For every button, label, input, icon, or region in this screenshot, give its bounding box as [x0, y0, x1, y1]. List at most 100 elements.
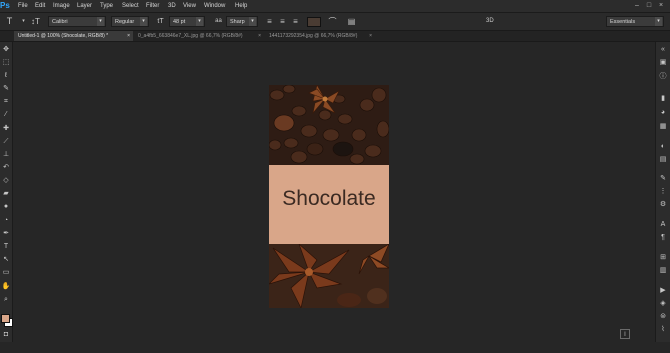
antialias-select[interactable]: Sharp ▾: [226, 16, 258, 27]
align-left-icon[interactable]: ≡: [264, 16, 275, 27]
menu-type[interactable]: Type: [100, 0, 113, 12]
align-center-icon[interactable]: ≡: [277, 16, 288, 27]
blur-tool-icon[interactable]: ●: [1, 202, 11, 212]
coffee-beans-photo: [269, 85, 389, 165]
brush-panel-icon[interactable]: ✎: [658, 174, 668, 184]
workspace-value: Essentials: [610, 19, 636, 25]
play-actions-icon[interactable]: ▶: [658, 286, 668, 296]
font-style-select[interactable]: Regular ▾: [111, 16, 149, 27]
chevron-down-icon: ▾: [196, 17, 203, 26]
styles-icon[interactable]: ▤: [658, 155, 668, 165]
hand-tool-icon[interactable]: ✋: [1, 282, 11, 292]
tab-image-2[interactable]: 0_a4fb5_663846e7_XL.jpg @ 66,7% (RGB/8#)…: [134, 31, 264, 41]
clone-stamp-tool-icon[interactable]: ⊥: [1, 150, 11, 160]
properties-icon[interactable]: ⊞: [658, 253, 668, 263]
document-canvas[interactable]: Shocolate: [269, 85, 389, 308]
clone-source-icon[interactable]: ⚙: [658, 200, 668, 210]
eyedropper-tool-icon[interactable]: ⁄: [1, 110, 11, 120]
healing-brush-tool-icon[interactable]: ✚: [1, 124, 11, 134]
antialias-value: Sharp: [230, 19, 245, 25]
menu-file[interactable]: File: [18, 0, 28, 12]
navigator-icon[interactable]: ▣: [658, 58, 668, 68]
antialias-icon: aa: [215, 18, 222, 24]
photoshop-logo: Ps: [0, 1, 10, 10]
paths-icon[interactable]: ⌇: [658, 325, 668, 335]
tab-label: 0_a4fb5_663846e7_XL.jpg @ 66,7% (RGB/8#): [138, 33, 243, 39]
type-tool-icon[interactable]: T: [1, 242, 11, 252]
menu-view[interactable]: View: [183, 0, 196, 12]
history-brush-tool-icon[interactable]: ↶: [1, 163, 11, 173]
move-tool-icon[interactable]: ✥: [1, 45, 11, 55]
tab-image-3[interactable]: 1441173292354.jpg @ 66,7% (RGB/8#) ×: [265, 31, 375, 41]
tab-close-icon[interactable]: ×: [258, 31, 261, 41]
zoom-tool-icon[interactable]: ⌕: [1, 295, 11, 305]
chevron-down-icon: ▾: [97, 17, 104, 26]
brush-tool-icon[interactable]: ⟋: [1, 137, 11, 147]
font-size-select[interactable]: 48 pt ▾: [169, 16, 205, 27]
menu-3d[interactable]: 3D: [168, 0, 176, 12]
tool-preset-dropdown-icon[interactable]: ▾: [18, 16, 29, 27]
channels-icon[interactable]: ⊜: [658, 312, 668, 322]
menu-image[interactable]: Image: [53, 0, 70, 12]
font-family-value: Calibri: [52, 19, 68, 25]
canvas-text-layer[interactable]: Shocolate: [269, 186, 389, 212]
document-tabs: Untitled-1 @ 100% (Shocolate, RGB/8) * ×…: [0, 31, 670, 42]
text-orientation-icon[interactable]: ↕T: [30, 16, 41, 27]
minimize-icon[interactable]: –: [633, 2, 641, 9]
layers-icon[interactable]: ◈: [658, 299, 668, 309]
star-anise-photo: [269, 244, 389, 308]
chevron-down-icon: ▾: [249, 17, 256, 26]
menu-bar: Ps File Edit Image Layer Type Select Fil…: [0, 0, 670, 13]
menu-help[interactable]: Help: [235, 0, 247, 12]
dodge-tool-icon[interactable]: ◔: [1, 216, 11, 226]
chevron-down-icon: ▾: [140, 17, 147, 26]
quick-select-tool-icon[interactable]: ✎: [1, 84, 11, 94]
collapse-panels-icon[interactable]: «: [658, 45, 668, 55]
tab-close-icon[interactable]: ×: [127, 31, 130, 41]
timeline-icon[interactable]: ▥: [658, 266, 668, 276]
warp-text-icon[interactable]: ⌒: [327, 16, 338, 27]
font-style-value: Regular: [115, 19, 135, 25]
paragraph-icon[interactable]: ¶: [658, 233, 668, 243]
quick-mask-icon[interactable]: ◘: [1, 330, 11, 340]
rectangle-tool-icon[interactable]: ▭: [1, 268, 11, 278]
eraser-tool-icon[interactable]: ◇: [1, 176, 11, 186]
character-icon[interactable]: A: [658, 220, 668, 230]
color-panel-icon[interactable]: ◕: [658, 108, 668, 118]
chevron-down-icon: ▾: [655, 17, 662, 26]
close-icon[interactable]: ×: [657, 2, 665, 9]
info-icon[interactable]: ⓘ: [658, 72, 668, 82]
swatches-icon[interactable]: ▦: [658, 122, 668, 132]
menu-filter[interactable]: Filter: [146, 0, 159, 12]
panel-dock: « ▣ ⓘ ▮ ◕ ▦ ◐ ▤ ✎ ⋮ ⚙ A ¶ ⊞ ▥ ▶ ◈ ⊜ ⌇: [655, 42, 670, 342]
adjustments-icon[interactable]: ◐: [658, 142, 668, 152]
tab-untitled-1[interactable]: Untitled-1 @ 100% (Shocolate, RGB/8) * ×: [14, 31, 133, 41]
menu-layer[interactable]: Layer: [77, 0, 92, 12]
text-cursor-icon: I: [620, 329, 630, 339]
3d-mode-label[interactable]: 3D: [486, 16, 494, 27]
workspace-select[interactable]: Essentials ▾: [606, 16, 664, 27]
maximize-icon[interactable]: □: [645, 2, 653, 9]
text-color-swatch[interactable]: [307, 17, 321, 27]
type-tool-icon[interactable]: T: [4, 16, 15, 27]
options-bar: T ▾ ↕T Calibri ▾ Regular ▾ tT 48 pt ▾ aa…: [0, 13, 670, 31]
align-right-icon[interactable]: ≡: [290, 16, 301, 27]
menu-edit[interactable]: Edit: [35, 0, 45, 12]
gradient-tool-icon[interactable]: ▰: [1, 189, 11, 199]
crop-tool-icon[interactable]: ⌗: [1, 97, 11, 107]
character-panel-icon[interactable]: ▤: [346, 16, 357, 27]
histogram-icon[interactable]: ▮: [658, 94, 668, 104]
menu-select[interactable]: Select: [122, 0, 139, 12]
brush-presets-icon[interactable]: ⋮: [658, 187, 668, 197]
foreground-color-swatch[interactable]: [1, 314, 10, 323]
font-family-select[interactable]: Calibri ▾: [48, 16, 106, 27]
tab-label: Untitled-1 @ 100% (Shocolate, RGB/8) *: [18, 33, 109, 39]
pen-tool-icon[interactable]: ✒: [1, 229, 11, 239]
lasso-tool-icon[interactable]: ℓ: [1, 71, 11, 81]
path-selection-tool-icon[interactable]: ↖: [1, 255, 11, 265]
marquee-tool-icon[interactable]: ⬚: [1, 58, 11, 68]
menu-window[interactable]: Window: [204, 0, 225, 12]
font-size-icon: tT: [157, 18, 164, 25]
tab-close-icon[interactable]: ×: [369, 31, 372, 41]
font-size-value: 48 pt: [173, 19, 186, 25]
